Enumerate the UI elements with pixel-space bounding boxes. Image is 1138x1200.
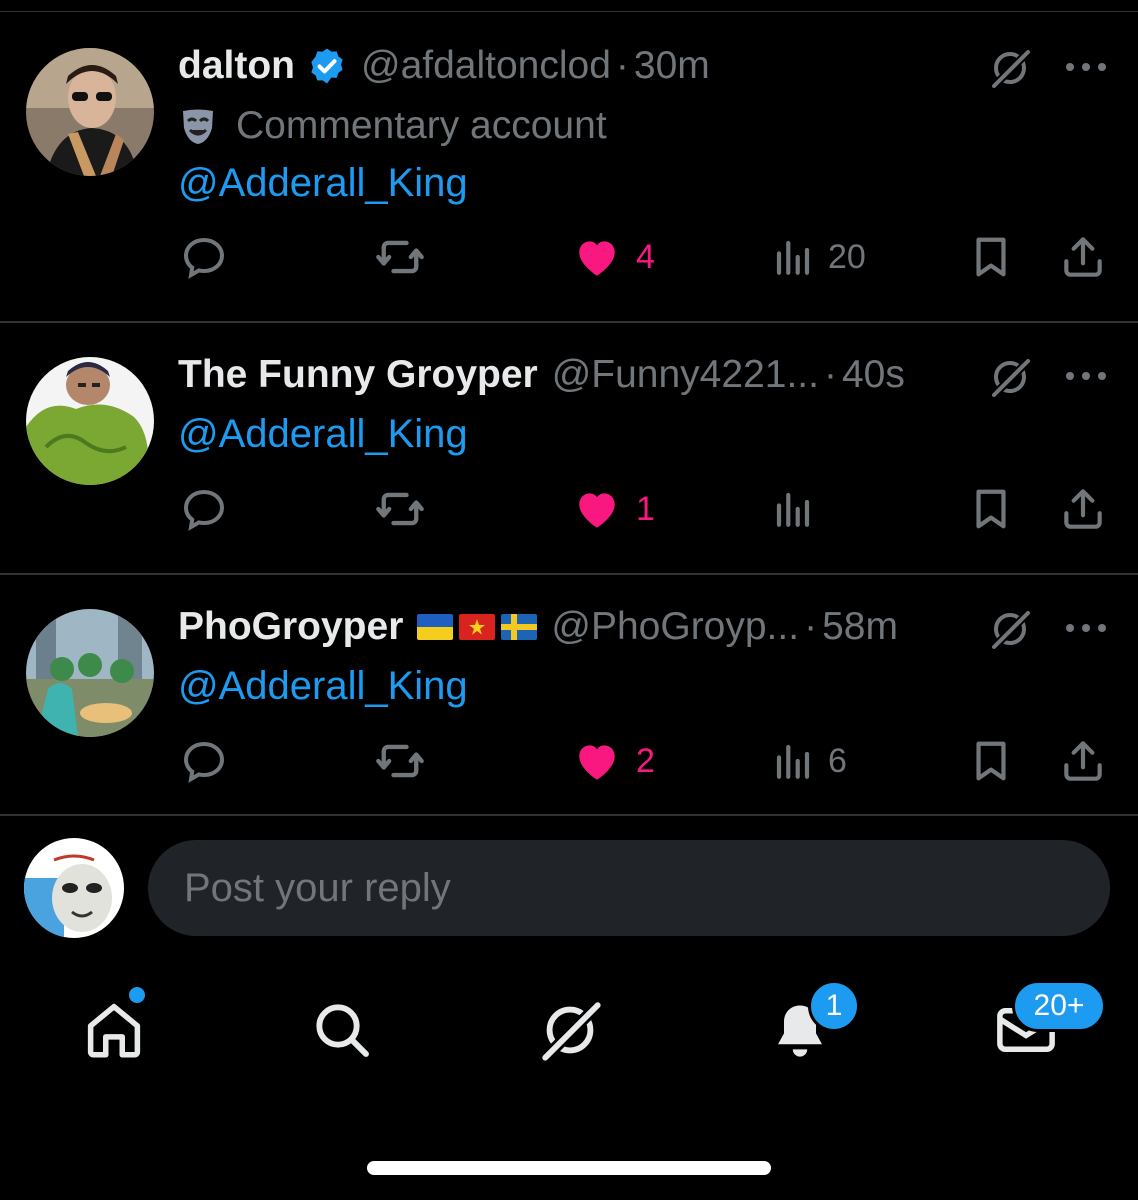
bottom-navigation: 1 20+ <box>0 980 1138 1080</box>
views-button[interactable] <box>772 479 828 539</box>
notifications-badge: 1 <box>808 980 860 1032</box>
share-icon <box>1064 741 1102 781</box>
messages-badge: 20+ <box>1012 980 1106 1032</box>
share-icon <box>1064 237 1102 277</box>
bio-text: Commentary account <box>236 104 607 147</box>
user-handle[interactable]: @afdaltonclod <box>361 44 611 88</box>
bookmark-icon <box>976 237 1006 277</box>
reply-icon <box>183 237 225 279</box>
user-bio: Commentary account <box>178 96 607 156</box>
share-icon <box>1064 489 1102 529</box>
home-indicator <box>367 1161 771 1175</box>
reply-placeholder: Post your reply <box>184 865 451 910</box>
post-time[interactable]: 30m <box>634 44 710 88</box>
share-button[interactable] <box>1058 479 1108 539</box>
own-avatar[interactable] <box>24 838 124 938</box>
more-options-icon[interactable] <box>1064 369 1108 383</box>
verified-badge-icon[interactable] <box>307 46 347 86</box>
share-button[interactable] <box>1058 227 1108 287</box>
home-notification-dot <box>126 984 148 1006</box>
display-name[interactable]: PhoGroyper <box>178 605 403 649</box>
repost-button[interactable] <box>374 731 440 791</box>
bookmark-icon <box>976 489 1006 529</box>
display-name[interactable]: dalton <box>178 44 295 88</box>
repost-icon <box>376 744 424 778</box>
post-text-mention[interactable]: @Adderall_King <box>178 656 468 716</box>
grok-icon[interactable] <box>986 605 1034 653</box>
more-options-icon[interactable] <box>1064 60 1108 74</box>
bookmark-button[interactable] <box>968 731 1014 791</box>
repost-button[interactable] <box>374 479 440 539</box>
post-header: dalton @afdaltonclod · 30m <box>178 36 998 96</box>
reply-icon <box>183 741 225 783</box>
views-count: 20 <box>828 237 866 276</box>
repost-icon <box>376 492 424 526</box>
post-text-mention[interactable]: @Adderall_King <box>178 153 468 213</box>
bookmark-icon <box>976 741 1006 781</box>
grok-icon[interactable] <box>986 44 1034 92</box>
like-count: 4 <box>636 237 655 276</box>
views-icon <box>776 492 810 527</box>
avatar-dalton[interactable] <box>26 48 154 176</box>
vietnam-flag-icon <box>459 614 496 640</box>
reply-composer: Post your reply <box>0 816 1138 956</box>
reply-input[interactable]: Post your reply <box>148 840 1110 936</box>
share-button[interactable] <box>1058 731 1108 791</box>
reply-post-1[interactable]: dalton @afdaltonclod · 30m Commentary ac… <box>0 12 1138 323</box>
reply-icon <box>183 489 225 531</box>
flag-emojis <box>417 614 538 640</box>
separator-dot: · <box>804 605 818 648</box>
nav-home[interactable] <box>74 980 154 1080</box>
search-icon <box>316 1004 369 1057</box>
user-handle[interactable]: @PhoGroyp... <box>551 605 799 649</box>
home-icon <box>87 1003 141 1058</box>
avatar-funny-groyper[interactable] <box>26 357 154 485</box>
post-actions: 1 <box>0 479 1138 539</box>
ukraine-flag-icon <box>417 614 454 640</box>
separator-dot: · <box>615 44 629 87</box>
reply-button[interactable] <box>180 479 242 539</box>
like-button[interactable]: 4 <box>572 227 655 287</box>
post-time[interactable]: 58m <box>822 605 898 649</box>
nav-search[interactable] <box>302 980 382 1080</box>
reply-button[interactable] <box>180 227 242 287</box>
views-icon <box>776 240 810 275</box>
like-count: 1 <box>636 489 655 528</box>
sweden-flag-icon <box>501 614 538 640</box>
avatar-phogroyper[interactable] <box>26 609 154 737</box>
user-handle[interactable]: @Funny4221... <box>552 353 819 397</box>
post-text-mention[interactable]: @Adderall_King <box>178 404 468 464</box>
post-header: PhoGroyper @PhoGroyp... · 58m <box>178 597 998 657</box>
reply-button[interactable] <box>180 731 242 791</box>
like-count: 2 <box>636 741 655 780</box>
display-name[interactable]: The Funny Groyper <box>178 353 538 397</box>
grok-icon <box>538 998 605 1065</box>
theater-mask-icon <box>183 109 213 144</box>
post-actions: 2 6 <box>0 731 1138 791</box>
grok-icon[interactable] <box>986 353 1034 401</box>
views-button[interactable]: 6 <box>772 731 847 791</box>
bookmark-button[interactable] <box>968 227 1014 287</box>
post-actions: 4 20 <box>0 227 1138 287</box>
views-button[interactable]: 20 <box>772 227 866 287</box>
nav-messages[interactable]: 20+ <box>986 980 1106 1080</box>
more-options-icon[interactable] <box>1064 621 1108 635</box>
nav-grok[interactable] <box>530 980 610 1080</box>
heart-filled-icon <box>579 493 615 528</box>
repost-button[interactable] <box>374 227 440 287</box>
views-count: 6 <box>828 741 847 780</box>
separator-dot: · <box>823 353 837 396</box>
like-button[interactable]: 1 <box>572 479 655 539</box>
post-time[interactable]: 40s <box>842 353 905 397</box>
post-header: The Funny Groyper @Funny4221... · 40s <box>178 345 998 405</box>
heart-filled-icon <box>579 745 615 780</box>
repost-icon <box>376 240 424 274</box>
heart-filled-icon <box>579 241 615 276</box>
bookmark-button[interactable] <box>968 479 1014 539</box>
nav-notifications[interactable]: 1 <box>760 980 860 1080</box>
like-button[interactable]: 2 <box>572 731 655 791</box>
reply-post-3[interactable]: PhoGroyper @PhoGroyp... · 58m @Adderall_… <box>0 573 1138 816</box>
reply-post-2[interactable]: The Funny Groyper @Funny4221... · 40s @A… <box>0 321 1138 575</box>
views-icon <box>776 744 810 779</box>
